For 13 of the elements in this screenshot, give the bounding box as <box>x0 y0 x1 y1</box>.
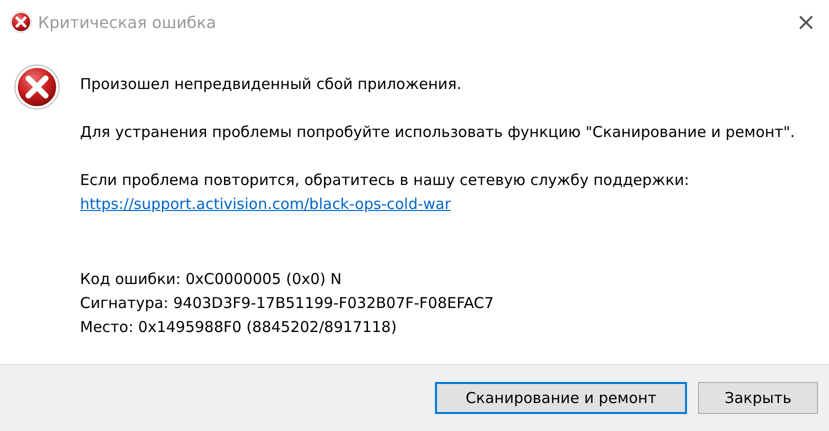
error-icon <box>10 11 32 33</box>
error-detail: Сигнатура: 9403D3F9-17B51199-F032B07F-F08EFAC7 <box>80 293 495 314</box>
window-title: Критическая ошибка <box>38 12 218 32</box>
support-text: Если проблема повторится, обратитесь в нашу сетевую службу поддержки: <box>80 170 690 191</box>
error-icon <box>14 64 60 110</box>
hint-text: Для устранения проблемы попробуйте использовать функцию "Сканирование и ремонт". <box>80 122 795 143</box>
dialog-button[interactable]: Сканирование и ремонт <box>435 382 687 414</box>
error-detail: Место: 0x1495988F0 (8845202/8917118) <box>80 317 398 338</box>
error-headline: Произошел непредвиденный сбой приложения. <box>80 74 462 95</box>
support-link[interactable]: https://support.activision.com/black-ops-cold-war <box>80 195 451 213</box>
error-detail: Код ошибки: 0xC0000005 (0x0) N <box>80 269 343 290</box>
dialog-button[interactable]: Закрыть <box>698 382 818 414</box>
close-button[interactable]: × <box>783 0 829 44</box>
